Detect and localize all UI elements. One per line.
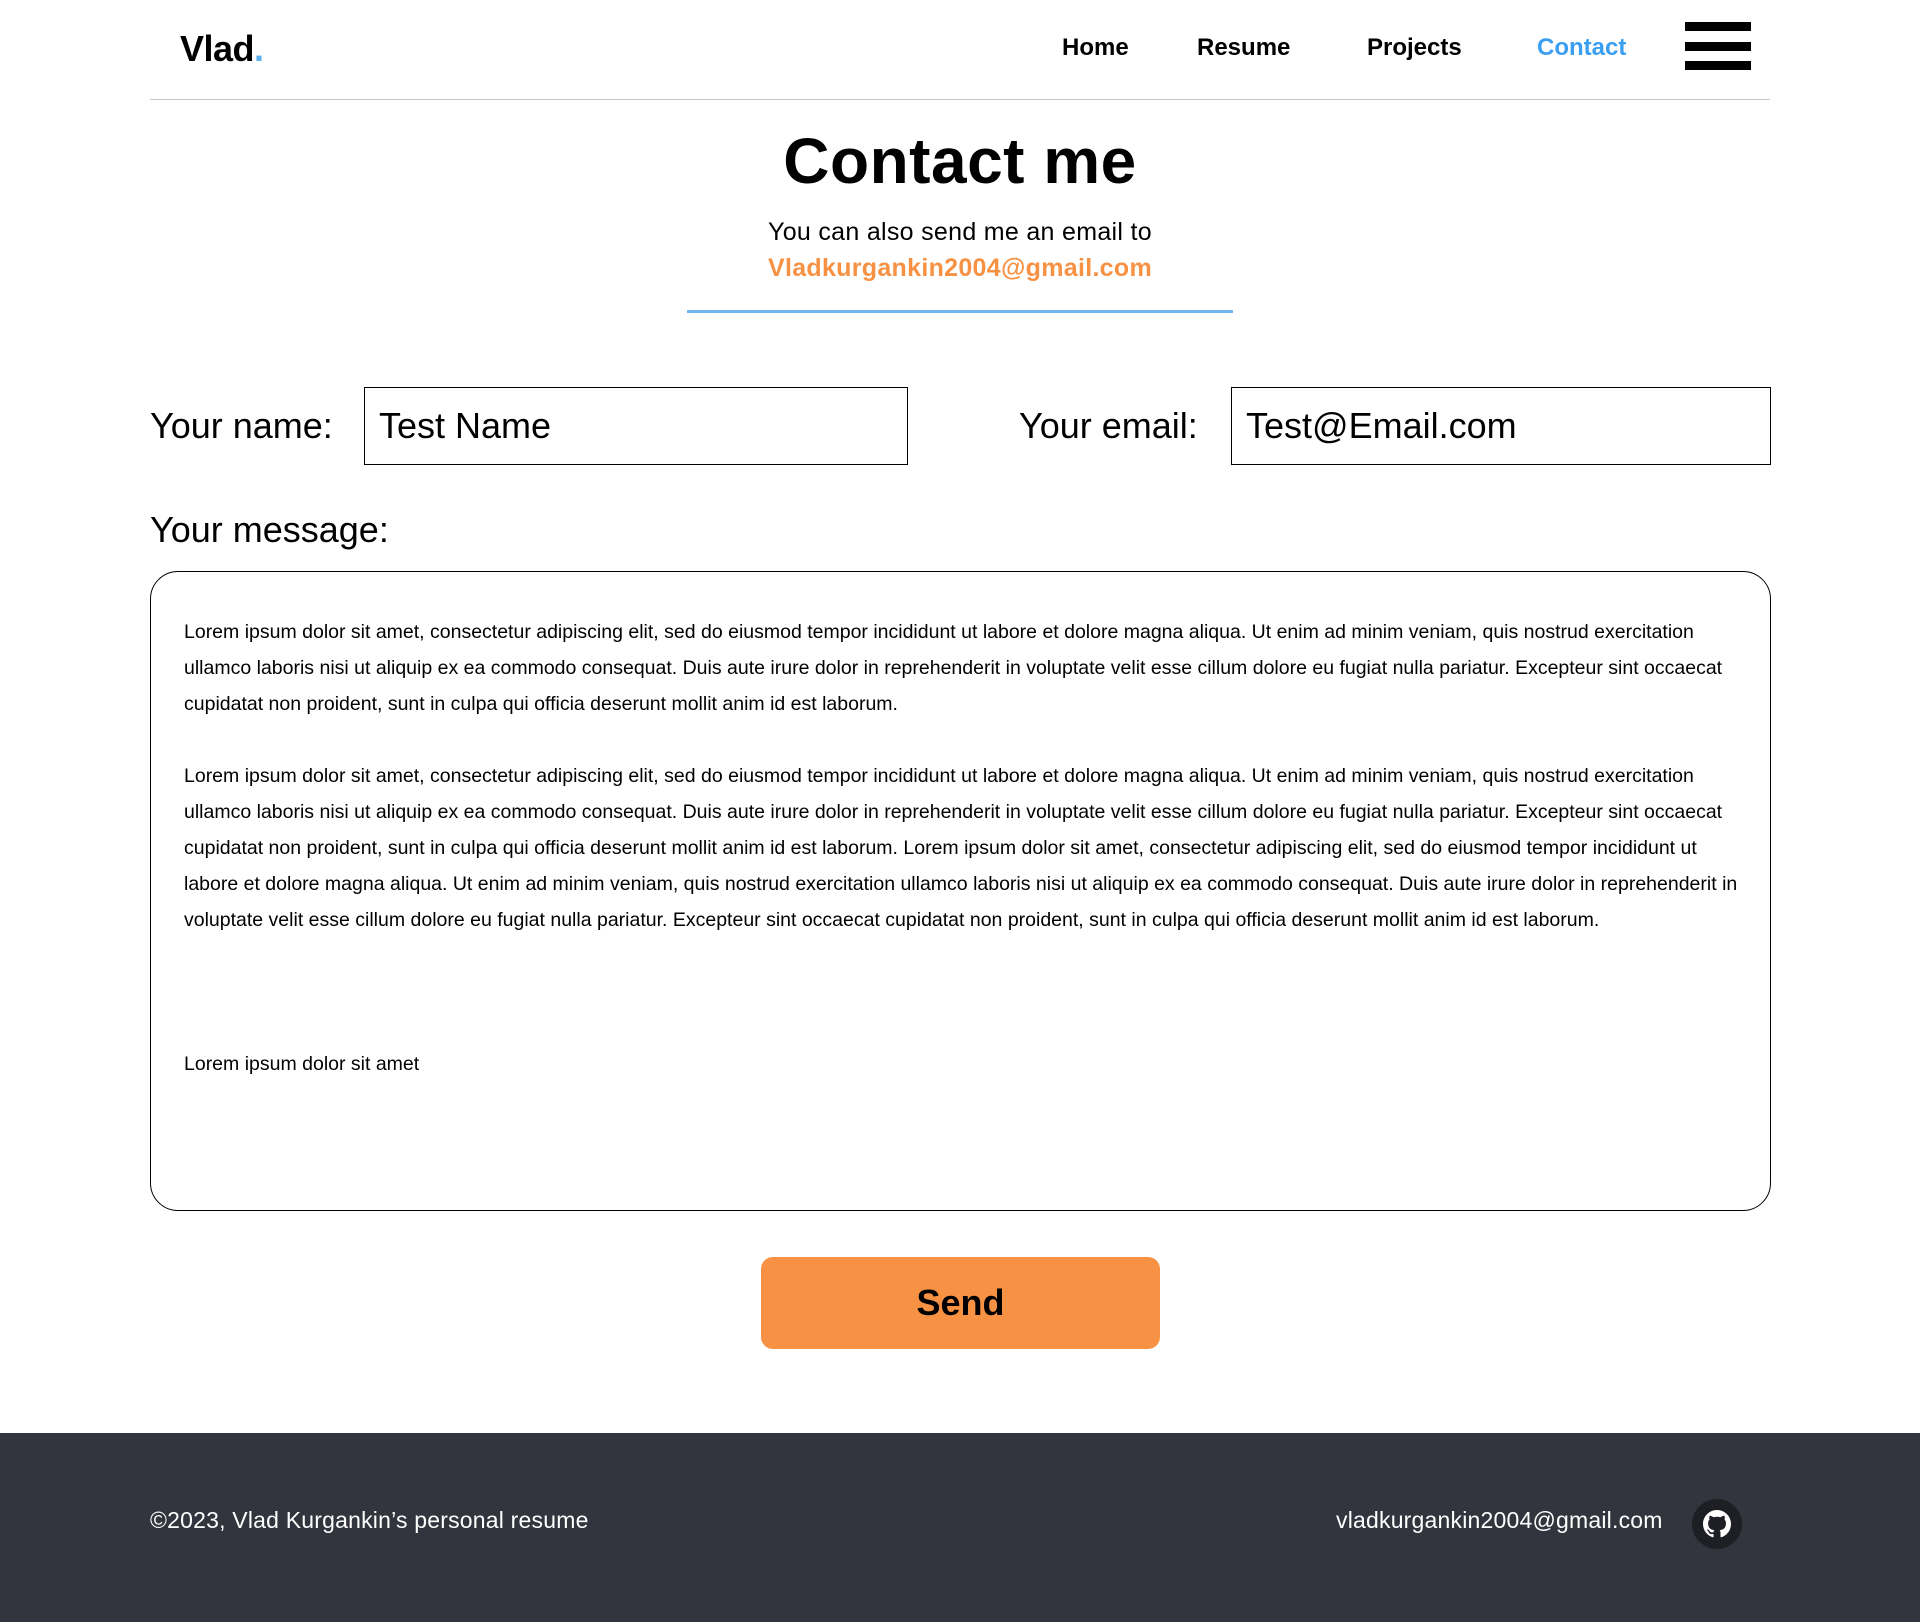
email-field[interactable] [1231,387,1771,465]
page-title: Contact me [783,125,1137,197]
logo-dot: . [254,28,264,69]
message-label: Your message: [150,509,389,550]
message-paragraph: Lorem ipsum dolor sit amet, consectetur … [184,621,1723,715]
nav-link-projects[interactable]: Projects [1367,34,1462,62]
hamburger-bar [1685,22,1751,31]
message-paragraph: Lorem ipsum dolor sit amet, consectetur … [184,765,1738,931]
page-subtitle: You can also send me an email to [768,218,1152,246]
hamburger-bar [1685,61,1751,70]
nav-link-home[interactable]: Home [1062,34,1129,62]
message-textarea[interactable]: Lorem ipsum dolor sit amet, consectetur … [150,571,1771,1211]
title-divider [687,310,1233,313]
nav-link-contact[interactable]: Contact [1537,34,1626,62]
site-logo[interactable]: Vlad. [180,28,264,70]
github-icon[interactable] [1692,1499,1742,1549]
message-paragraph: Lorem ipsum dolor sit amet [184,1053,420,1075]
name-field[interactable] [364,387,908,465]
site-header: Vlad. Home Resume Projects Contact [150,0,1770,100]
contact-email-link[interactable]: Vladkurgankin2004@gmail.com [0,254,1920,283]
email-label: Your email: [1019,405,1198,446]
github-logo-glyph [1703,1510,1731,1538]
footer-email-link[interactable]: vladkurgankin2004@gmail.com [1336,1507,1663,1534]
nav-link-resume[interactable]: Resume [1197,34,1290,62]
contact-page: Vlad. Home Resume Projects Contact Conta… [0,0,1920,1622]
logo-text: Vlad [180,28,255,69]
send-button[interactable]: Send [761,1257,1160,1349]
site-footer: ©2023, Vlad Kurgankin’s personal resume … [0,1433,1920,1622]
hamburger-menu-icon[interactable] [1685,22,1751,70]
hamburger-bar [1685,42,1751,51]
footer-copyright: ©2023, Vlad Kurgankin’s personal resume [150,1507,589,1533]
name-label: Your name: [150,405,333,446]
